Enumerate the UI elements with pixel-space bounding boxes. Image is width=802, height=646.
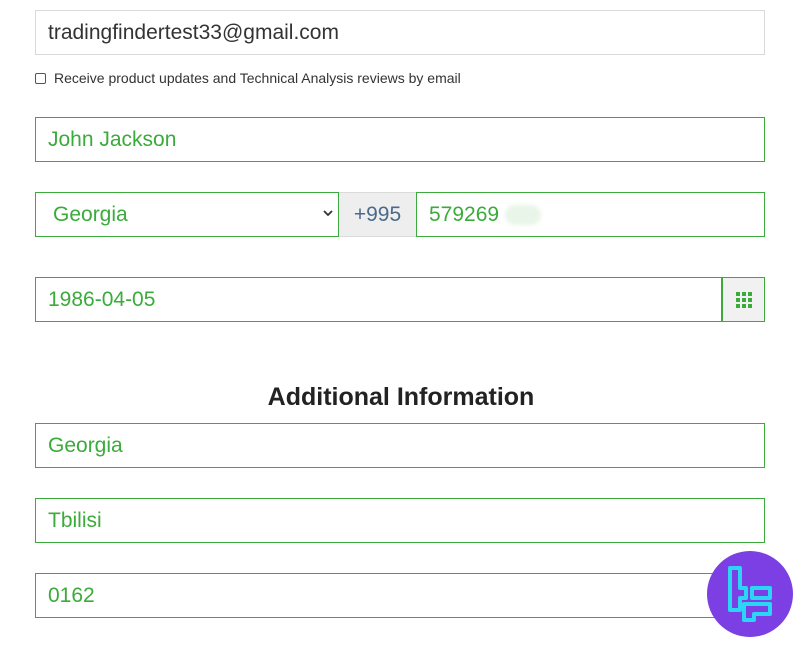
email-field[interactable]: tradingfindertest33@gmail.com xyxy=(35,10,765,55)
tf-logo xyxy=(707,551,793,637)
calendar-button[interactable] xyxy=(721,277,765,322)
tf-logo-icon xyxy=(728,566,772,622)
full-name-field[interactable]: John Jackson xyxy=(35,117,765,162)
additional-info-heading: Additional Information xyxy=(267,383,535,411)
city-value: Tbilisi xyxy=(48,508,102,532)
phone-redacted-blur xyxy=(505,204,542,225)
phone-prefix: +995 xyxy=(339,192,416,237)
postal-code-field[interactable]: 0162 xyxy=(35,573,765,618)
calendar-grid-icon xyxy=(735,291,752,308)
email-value: tradingfindertest33@gmail.com xyxy=(48,20,339,44)
full-name-value: John Jackson xyxy=(48,127,177,151)
postal-code-value: 0162 xyxy=(48,583,95,607)
city-field[interactable]: Tbilisi xyxy=(35,498,765,543)
country-select-value: Georgia xyxy=(53,202,128,226)
newsletter-label: Receive product updates and Technical An… xyxy=(54,70,461,86)
newsletter-checkbox-row[interactable]: Receive product updates and Technical An… xyxy=(35,68,461,88)
phone-value: 579269 xyxy=(429,202,500,226)
country-select[interactable]: Georgia xyxy=(35,192,339,237)
birth-date-value: 1986-04-05 xyxy=(48,287,156,311)
phone-prefix-value: +995 xyxy=(353,202,402,226)
birth-date-field[interactable]: 1986-04-05 xyxy=(35,277,722,322)
newsletter-checkbox[interactable] xyxy=(35,72,46,84)
phone-field[interactable]: 579269 xyxy=(416,192,765,237)
address-country-field[interactable]: Georgia xyxy=(35,423,765,468)
chevron-down-icon xyxy=(323,210,333,217)
address-country-value: Georgia xyxy=(48,433,123,457)
